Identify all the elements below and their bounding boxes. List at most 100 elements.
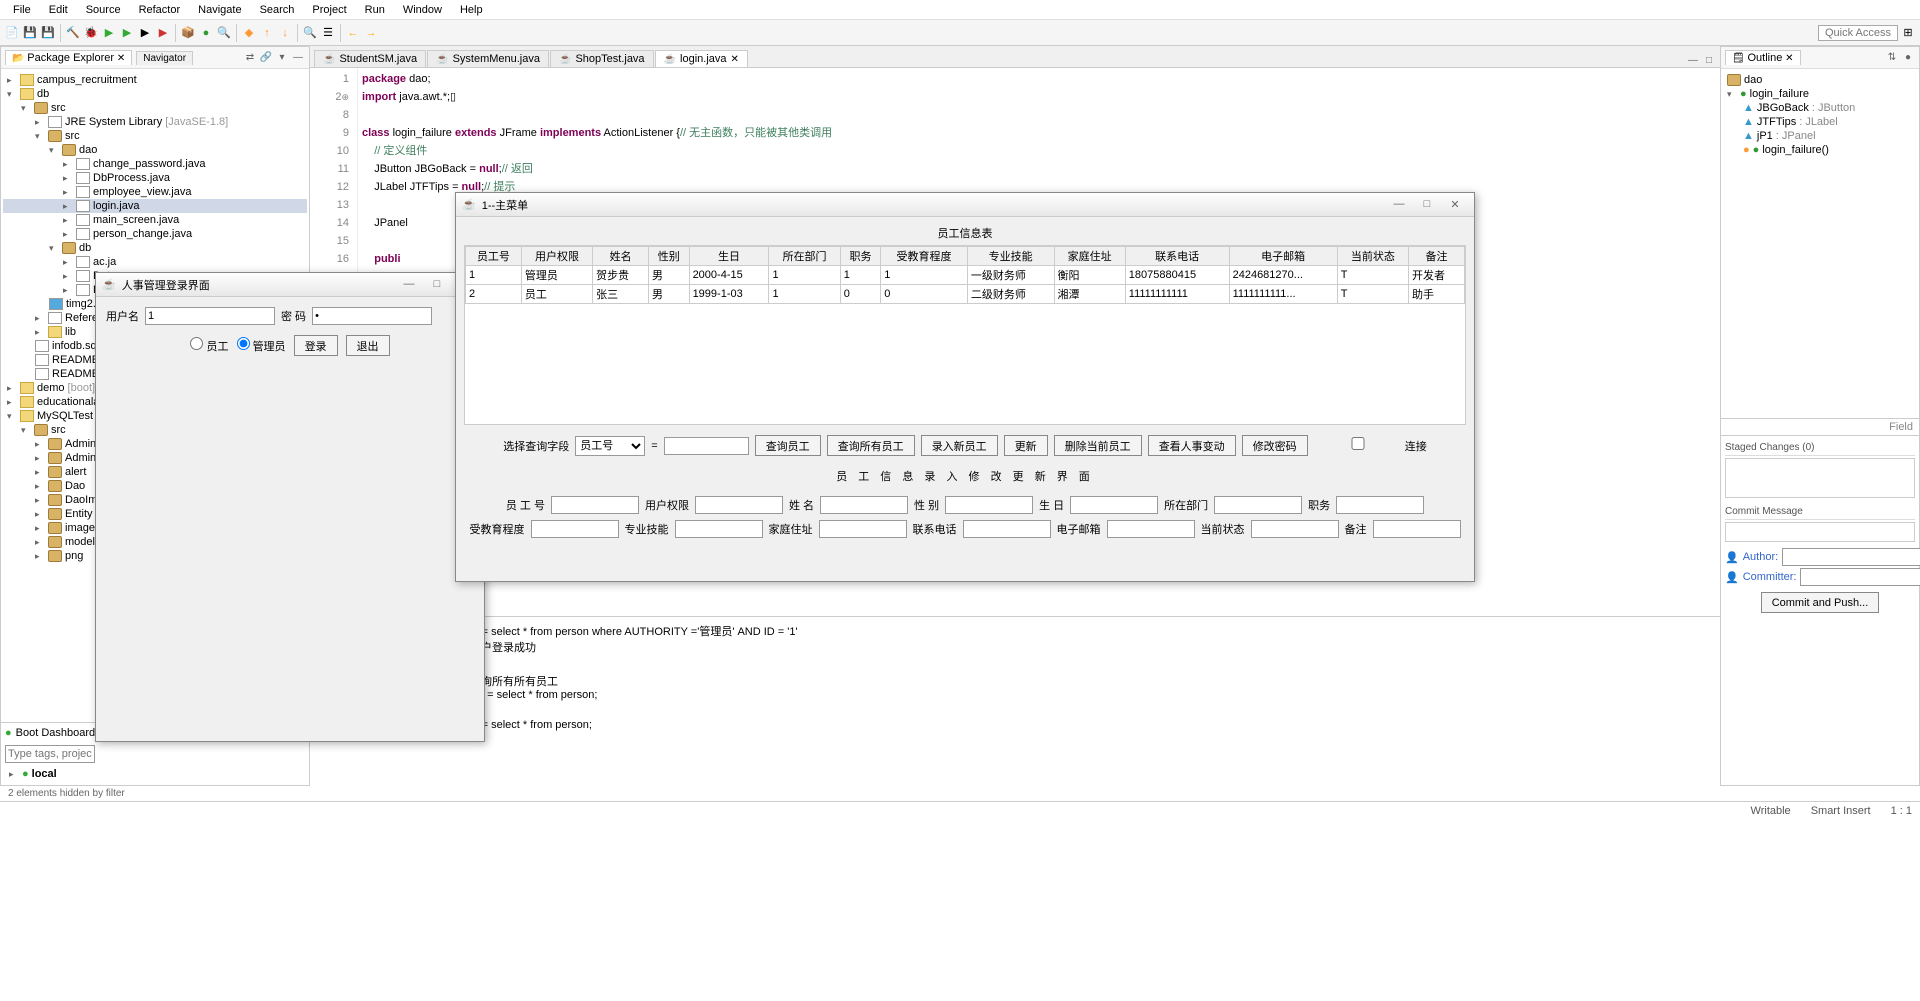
- table-cell[interactable]: 男: [649, 285, 690, 304]
- col-header[interactable]: 职务: [840, 247, 881, 266]
- col-header[interactable]: 姓名: [593, 247, 649, 266]
- menu-run[interactable]: Run: [357, 2, 393, 18]
- form-input[interactable]: [945, 496, 1033, 514]
- run-last-icon[interactable]: ▶: [119, 25, 135, 41]
- delete-button[interactable]: 删除当前员工: [1054, 435, 1142, 456]
- tab-shoptest[interactable]: ☕ ShopTest.java: [550, 50, 654, 67]
- table-cell[interactable]: 男: [649, 266, 690, 285]
- menu-navigate[interactable]: Navigate: [190, 2, 249, 18]
- pkg-explorer-tab[interactable]: 📂 Package Explorer ✕: [5, 50, 132, 65]
- fwd-icon[interactable]: →: [363, 25, 379, 41]
- back-icon[interactable]: ←: [345, 25, 361, 41]
- author-input[interactable]: [1782, 548, 1920, 566]
- min-icon[interactable]: —: [291, 51, 305, 65]
- form-input[interactable]: [531, 520, 619, 538]
- table-cell[interactable]: 1: [466, 266, 522, 285]
- menu-help[interactable]: Help: [452, 2, 491, 18]
- table-cell[interactable]: 1999-1-03: [689, 285, 769, 304]
- menu-refactor[interactable]: Refactor: [131, 2, 189, 18]
- change-pwd-button[interactable]: 修改密码: [1242, 435, 1308, 456]
- menu-edit[interactable]: Edit: [41, 2, 76, 18]
- dlg2-close-icon[interactable]: ✕: [1442, 198, 1468, 211]
- query-all-button[interactable]: 查询所有员工: [827, 435, 915, 456]
- table-cell[interactable]: 湘潭: [1054, 285, 1125, 304]
- menu-project[interactable]: Project: [304, 2, 354, 18]
- table-cell[interactable]: T: [1337, 285, 1408, 304]
- login-button[interactable]: 登录: [294, 335, 338, 356]
- open-type-icon[interactable]: 🔍: [216, 25, 232, 41]
- tool-icon[interactable]: 🔨: [65, 25, 81, 41]
- filter-icon[interactable]: ●: [1901, 51, 1915, 65]
- table-cell[interactable]: 18075880415: [1125, 266, 1229, 285]
- table-cell[interactable]: 二级财务师: [967, 285, 1054, 304]
- dlg2-min-icon[interactable]: —: [1386, 198, 1412, 211]
- changes-button[interactable]: 查看人事变动: [1148, 435, 1236, 456]
- commit-msg-input[interactable]: [1725, 522, 1915, 542]
- table-cell[interactable]: 0: [881, 285, 968, 304]
- table-cell[interactable]: 1: [840, 266, 881, 285]
- menu-icon[interactable]: ▾: [275, 51, 289, 65]
- git-push-icon[interactable]: ↑: [259, 25, 275, 41]
- commit-push-button[interactable]: Commit and Push...: [1761, 592, 1880, 613]
- table-cell[interactable]: 开发者: [1408, 266, 1464, 285]
- table-cell[interactable]: 员工: [521, 285, 592, 304]
- menu-file[interactable]: File: [5, 2, 39, 18]
- toggle-icon[interactable]: ☰: [320, 25, 336, 41]
- form-input[interactable]: [1251, 520, 1339, 538]
- save-icon[interactable]: 💾: [22, 25, 38, 41]
- form-input[interactable]: [695, 496, 783, 514]
- table-cell[interactable]: 1: [769, 266, 840, 285]
- form-input[interactable]: [820, 496, 908, 514]
- menu-source[interactable]: Source: [78, 2, 129, 18]
- quick-access[interactable]: Quick Access: [1818, 25, 1898, 41]
- form-input[interactable]: [1373, 520, 1461, 538]
- add-button[interactable]: 录入新员工: [921, 435, 998, 456]
- admin-radio[interactable]: 管理员: [237, 337, 286, 354]
- table-cell[interactable]: 2000-4-15: [689, 266, 769, 285]
- form-input[interactable]: [551, 496, 639, 514]
- query-button[interactable]: 查询员工: [755, 435, 821, 456]
- emp-radio[interactable]: 员工: [190, 337, 228, 354]
- table-cell[interactable]: 1: [769, 285, 840, 304]
- sort-icon[interactable]: ⇅: [1885, 51, 1899, 65]
- query-input[interactable]: [664, 437, 749, 455]
- editor-min-icon[interactable]: —: [1686, 53, 1700, 67]
- dlg-min-icon[interactable]: —: [396, 278, 422, 291]
- col-header[interactable]: 家庭住址: [1054, 247, 1125, 266]
- update-button[interactable]: 更新: [1004, 435, 1048, 456]
- table-cell[interactable]: T: [1337, 266, 1408, 285]
- table-cell[interactable]: 1: [881, 266, 968, 285]
- save-all-icon[interactable]: 💾: [40, 25, 56, 41]
- table-cell[interactable]: 衡阳: [1054, 266, 1125, 285]
- table-cell[interactable]: 2: [466, 285, 522, 304]
- col-header[interactable]: 生日: [689, 247, 769, 266]
- form-input[interactable]: [1070, 496, 1158, 514]
- git-pull-icon[interactable]: ↓: [277, 25, 293, 41]
- staged-list[interactable]: [1725, 458, 1915, 498]
- new-icon[interactable]: 📄: [4, 25, 20, 41]
- table-cell[interactable]: 贺步贵: [593, 266, 649, 285]
- col-header[interactable]: 用户权限: [521, 247, 592, 266]
- editor-max-icon[interactable]: □: [1702, 53, 1716, 67]
- table-cell[interactable]: 2424681270...: [1229, 266, 1337, 285]
- col-header[interactable]: 备注: [1408, 247, 1464, 266]
- table-cell[interactable]: 张三: [593, 285, 649, 304]
- col-header[interactable]: 员工号: [466, 247, 522, 266]
- outline-tab[interactable]: 🗒 Outline ✕: [1725, 50, 1801, 65]
- debug-icon[interactable]: 🐞: [83, 25, 99, 41]
- form-input[interactable]: [963, 520, 1051, 538]
- form-input[interactable]: [819, 520, 907, 538]
- tree-login-java[interactable]: ▸login.java: [3, 199, 307, 213]
- perspective-icon[interactable]: ⊞: [1900, 25, 1916, 41]
- dlg-max-icon[interactable]: □: [424, 278, 450, 291]
- navigator-tab[interactable]: Navigator: [136, 51, 193, 65]
- col-header[interactable]: 所在部门: [769, 247, 840, 266]
- tab-systemmenu[interactable]: ☕ SystemMenu.java: [427, 50, 549, 67]
- col-header[interactable]: 电子邮箱: [1229, 247, 1337, 266]
- password-input[interactable]: [312, 307, 432, 325]
- form-input[interactable]: [1336, 496, 1424, 514]
- connect-checkbox[interactable]: 连接: [1314, 437, 1427, 454]
- tags-input[interactable]: [5, 745, 95, 763]
- form-input[interactable]: [1214, 496, 1302, 514]
- tab-studentsm[interactable]: ☕ StudentSM.java: [314, 50, 426, 67]
